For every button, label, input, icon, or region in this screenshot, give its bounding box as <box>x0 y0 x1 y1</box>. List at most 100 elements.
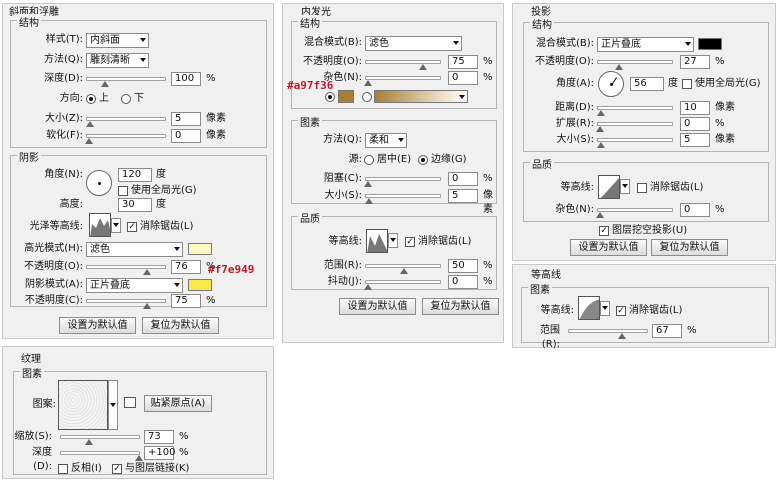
ds-noise-slider[interactable] <box>596 208 673 218</box>
bevel-set-default-button[interactable]: 设置为默认值 <box>59 317 136 334</box>
tx-pattern-preview[interactable] <box>58 380 108 430</box>
ds-reset-default-button[interactable]: 复位为默认值 <box>651 239 728 256</box>
slider-thumb[interactable] <box>364 181 372 187</box>
global-light-checkbox[interactable] <box>118 186 128 196</box>
highlight-opacity-input[interactable]: 76 <box>171 260 201 274</box>
tx-scale-input[interactable]: 73 <box>144 430 174 444</box>
soften-input[interactable]: 0 <box>171 129 201 143</box>
ig-blend-select[interactable]: 滤色 <box>365 36 462 51</box>
ds-contour-dropdown[interactable] <box>620 179 630 194</box>
direction-up-radio[interactable] <box>86 94 96 104</box>
ds-contour-preview[interactable] <box>598 175 620 199</box>
style-select[interactable]: 内斜面 <box>86 33 149 48</box>
method-select[interactable]: 雕刻清晰 <box>86 53 149 68</box>
shadow-opacity-input[interactable]: 75 <box>171 294 201 308</box>
ig-method-select[interactable]: 柔和 <box>365 133 407 148</box>
tx-scale-slider[interactable] <box>60 435 140 445</box>
slider-thumb[interactable] <box>596 126 604 132</box>
ds-size-input[interactable]: 5 <box>680 133 710 147</box>
ig-antialias-checkbox[interactable]: ✓ <box>405 237 415 247</box>
slider-thumb[interactable] <box>597 110 605 116</box>
slider-thumb[interactable] <box>596 212 604 218</box>
ig-source-edge-radio[interactable] <box>418 155 428 165</box>
bevel-antialias-checkbox[interactable]: ✓ <box>127 222 137 232</box>
tx-depth-input[interactable]: +100 <box>144 446 175 460</box>
ig-gradient-swatch[interactable] <box>374 90 468 103</box>
ig-gradient-radio[interactable] <box>362 92 372 102</box>
ct-range-slider[interactable] <box>568 329 648 339</box>
ds-angle-input[interactable]: 56 <box>630 77 664 91</box>
tx-pattern-dropdown[interactable] <box>108 380 118 430</box>
ig-size-input[interactable]: 5 <box>448 189 478 203</box>
ds-blend-select[interactable]: 正片叠底 <box>597 37 694 52</box>
ds-opacity-input[interactable]: 27 <box>680 55 710 69</box>
shadow-color-swatch[interactable] <box>188 279 212 291</box>
ig-noise-slider[interactable] <box>364 76 441 86</box>
ds-global-light-checkbox[interactable] <box>682 79 692 89</box>
soften-slider[interactable] <box>85 134 166 144</box>
size-slider[interactable] <box>86 117 166 127</box>
shadow-opacity-slider[interactable] <box>86 299 166 309</box>
ct-antialias-checkbox[interactable]: ✓ <box>616 306 626 316</box>
slider-thumb[interactable] <box>419 64 427 70</box>
depth-slider[interactable] <box>86 77 166 87</box>
ct-contour-preview[interactable] <box>578 296 600 320</box>
slider-thumb[interactable] <box>597 142 605 148</box>
slider-thumb[interactable] <box>365 198 373 204</box>
ds-knockout-checkbox[interactable]: ✓ <box>599 226 609 236</box>
ds-antialias-checkbox[interactable] <box>637 183 647 193</box>
ig-noise-input[interactable]: 0 <box>448 71 478 85</box>
ig-opacity-slider[interactable] <box>365 60 441 70</box>
slider-thumb[interactable] <box>618 333 626 339</box>
ct-range-input[interactable]: 67 <box>652 324 682 338</box>
highlight-color-swatch[interactable] <box>188 243 212 255</box>
ig-jitter-input[interactable]: 0 <box>448 275 478 289</box>
ds-color-swatch[interactable] <box>698 38 722 50</box>
ig-opacity-input[interactable]: 75 <box>448 55 478 69</box>
ig-choke-slider[interactable] <box>364 177 441 187</box>
ig-size-slider[interactable] <box>365 194 441 204</box>
ig-source-center-radio[interactable] <box>364 155 374 165</box>
shadow-mode-select[interactable]: 正片叠底 <box>86 278 183 293</box>
ig-range-input[interactable]: 50 <box>448 259 478 273</box>
ig-contour-dropdown[interactable] <box>388 233 398 248</box>
ds-angle-dial[interactable] <box>598 71 624 97</box>
slider-thumb[interactable] <box>135 455 143 461</box>
slider-thumb[interactable] <box>101 81 109 87</box>
tx-link-layer-checkbox[interactable]: ✓ <box>112 464 122 474</box>
ig-set-default-button[interactable]: 设置为默认值 <box>339 298 416 315</box>
size-input[interactable]: 5 <box>171 112 201 126</box>
highlight-mode-select[interactable]: 滤色 <box>86 242 183 257</box>
ig-jitter-slider[interactable] <box>364 280 441 290</box>
new-preset-icon[interactable] <box>124 397 136 408</box>
ig-reset-default-button[interactable]: 复位为默认值 <box>422 298 499 315</box>
ct-contour-dropdown[interactable] <box>600 301 610 316</box>
slider-thumb[interactable] <box>400 268 408 274</box>
slider-thumb[interactable] <box>364 284 372 290</box>
gloss-contour-preview[interactable] <box>89 213 111 237</box>
ds-distance-input[interactable]: 10 <box>680 101 710 115</box>
depth-input[interactable]: 100 <box>171 72 201 86</box>
ds-distance-slider[interactable] <box>597 106 673 116</box>
ds-spread-input[interactable]: 0 <box>680 117 710 131</box>
slider-thumb[interactable] <box>143 269 151 275</box>
ds-spread-slider[interactable] <box>596 122 673 132</box>
tx-depth-slider[interactable] <box>60 451 143 461</box>
ds-noise-input[interactable]: 0 <box>680 203 710 217</box>
ig-contour-preview[interactable] <box>366 229 388 253</box>
ig-color-radio[interactable] <box>325 92 335 102</box>
slider-thumb[interactable] <box>143 303 151 309</box>
ig-color-swatch[interactable] <box>338 90 354 103</box>
direction-down-radio[interactable] <box>121 94 131 104</box>
slider-thumb[interactable] <box>85 138 93 144</box>
highlight-opacity-slider[interactable] <box>86 265 166 275</box>
ig-choke-input[interactable]: 0 <box>448 172 478 186</box>
tx-snap-origin-button[interactable]: 贴紧原点(A) <box>144 395 212 412</box>
ds-opacity-slider[interactable] <box>597 60 673 70</box>
slider-thumb[interactable] <box>85 439 93 445</box>
slider-thumb[interactable] <box>615 64 623 70</box>
angle-input[interactable]: 120 <box>118 168 152 182</box>
gloss-contour-dropdown[interactable] <box>111 218 121 233</box>
tx-invert-checkbox[interactable] <box>58 464 68 474</box>
angle-dial[interactable] <box>86 170 112 196</box>
